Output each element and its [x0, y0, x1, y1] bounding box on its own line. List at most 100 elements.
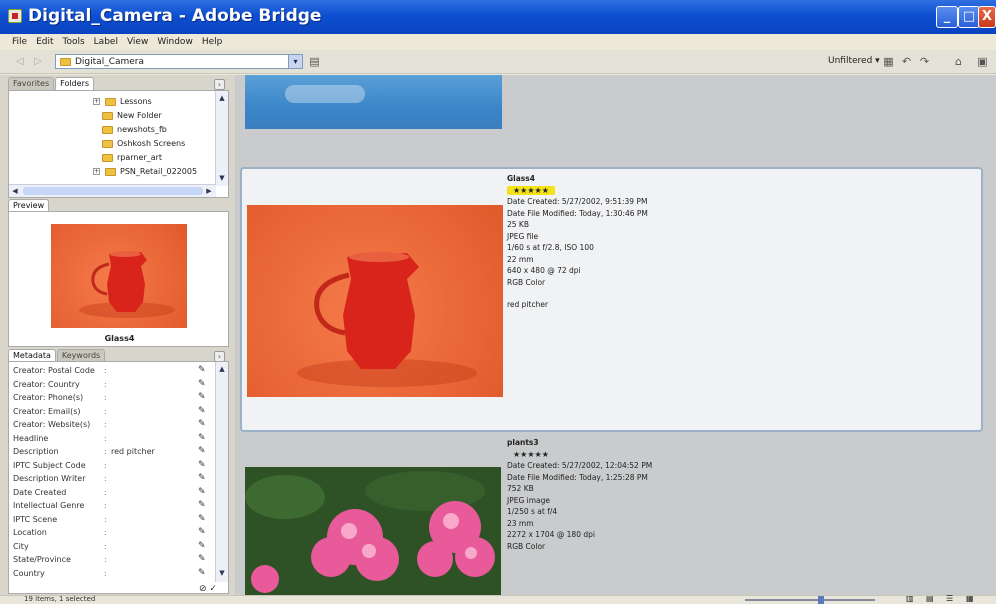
panel-menu-icon[interactable]: ›	[214, 79, 225, 90]
rating-stars[interactable]: ★★★★★	[507, 185, 555, 195]
item-detail: 25 KB	[507, 220, 529, 229]
apply-icon[interactable]: ✓	[209, 584, 217, 594]
metadata-row[interactable]: Country: ✎	[9, 568, 216, 581]
metadata-vertical-scrollbar[interactable]: ▲ ▼	[215, 362, 228, 582]
pencil-icon[interactable]: ✎	[198, 541, 206, 551]
menu-tools[interactable]: Tools	[63, 37, 85, 47]
folder-item-psn-retail[interactable]: + PSN_Retail_022005	[93, 165, 197, 178]
filter-menu[interactable]: Unfiltered ▾	[828, 56, 880, 66]
metadata-row[interactable]: Creator: Country: ✎	[9, 379, 216, 392]
minimize-button[interactable]: _	[936, 6, 958, 28]
folder-item-new-folder[interactable]: New Folder	[102, 109, 162, 122]
pencil-icon[interactable]: ✎	[198, 406, 206, 416]
folder-item-lessons[interactable]: + Lessons	[93, 95, 152, 108]
metadata-row[interactable]: IPTC Subject Code: ✎	[9, 460, 216, 473]
pencil-icon[interactable]: ✎	[198, 392, 206, 402]
menu-help[interactable]: Help	[202, 37, 223, 47]
scroll-up-icon[interactable]: ▲	[216, 364, 228, 375]
pencil-icon[interactable]: ✎	[198, 460, 206, 470]
preview-panel: Glass4	[8, 211, 229, 347]
cancel-icon[interactable]: ⊘	[199, 584, 207, 594]
metadata-row[interactable]: City: ✎	[9, 541, 216, 554]
go-up-icon[interactable]: ▤	[308, 55, 321, 68]
metadata-row[interactable]: Creator: Phone(s): ✎	[9, 392, 216, 405]
menu-bar: File Edit Tools Label View Window Help	[0, 34, 996, 50]
folder-item-oshkosh[interactable]: Oshkosh Screens	[102, 137, 185, 150]
metadata-row[interactable]: Creator: Email(s): ✎	[9, 406, 216, 419]
metadata-row[interactable]: IPTC Scene: ✎	[9, 514, 216, 527]
metadata-row[interactable]: Location: ✎	[9, 527, 216, 540]
rating-stars[interactable]: ★★★★★	[507, 450, 549, 459]
back-button[interactable]: ◁	[14, 56, 26, 68]
menu-edit[interactable]: Edit	[36, 37, 53, 47]
menu-view[interactable]: View	[127, 37, 148, 47]
thumbnail-plants3[interactable]	[245, 467, 501, 595]
scroll-up-icon[interactable]: ▲	[216, 93, 228, 104]
close-button[interactable]: X	[978, 6, 996, 28]
expand-icon[interactable]: +	[93, 168, 100, 175]
folder-icon	[105, 167, 116, 176]
pencil-icon[interactable]: ✎	[198, 419, 206, 429]
pencil-icon[interactable]: ✎	[198, 527, 206, 537]
pencil-icon[interactable]: ✎	[198, 379, 206, 389]
metadata-panel: Creator: Postal Code: ✎ Creator: Country: ✎…	[8, 361, 229, 594]
scroll-down-icon[interactable]: ▼	[216, 568, 228, 579]
folder-item-newshots[interactable]: newshots_fb	[102, 123, 167, 136]
pencil-icon[interactable]: ✎	[198, 514, 206, 524]
forward-button[interactable]: ▷	[32, 56, 44, 68]
metadata-row[interactable]: Intellectual Genre: ✎	[9, 500, 216, 513]
new-folder-icon[interactable]: ▦	[882, 55, 895, 68]
maximize-button[interactable]: □	[958, 6, 980, 28]
item-detail: 1/250 s at f/4	[507, 507, 558, 516]
item-detail: JPEG file	[507, 231, 539, 241]
menu-label[interactable]: Label	[94, 37, 118, 47]
thumbnail-size-slider[interactable]	[745, 599, 875, 601]
preview-caption: Glass4	[104, 334, 135, 343]
thumbnail-card-selected[interactable]: Glass4 ★★★★★ Date Created: 5/27/2002, 9:…	[240, 167, 983, 432]
tab-favorites[interactable]: Favorites	[8, 77, 55, 90]
pencil-icon[interactable]: ✎	[198, 365, 206, 375]
metadata-row[interactable]: Description: red pitcher ✎	[9, 446, 216, 459]
chevron-down-icon[interactable]: ▾	[288, 55, 302, 68]
metadata-separator: :	[104, 433, 107, 443]
scroll-down-icon[interactable]: ▼	[216, 173, 228, 184]
location-dropdown[interactable]: Digital_Camera ▾	[55, 54, 303, 69]
view-details-icon[interactable]: ☰	[946, 594, 953, 603]
metadata-row[interactable]: Description Writer: ✎	[9, 473, 216, 486]
metadata-value[interactable]: red pitcher	[111, 447, 155, 456]
thumbnail-sky[interactable]	[245, 75, 502, 129]
menu-window[interactable]: Window	[157, 37, 193, 47]
pencil-icon[interactable]: ✎	[198, 433, 206, 443]
view-filmstrip-icon[interactable]: ▤	[926, 594, 934, 603]
metadata-row[interactable]: Creator: Postal Code: ✎	[9, 365, 216, 378]
pencil-icon[interactable]: ✎	[198, 554, 206, 564]
pencil-icon[interactable]: ✎	[198, 446, 206, 456]
metadata-separator: :	[104, 420, 107, 429]
expand-icon[interactable]: +	[93, 98, 100, 105]
metadata-separator: :	[104, 541, 107, 551]
view-versions-icon[interactable]: ▦	[966, 594, 974, 603]
view-thumbnails-icon[interactable]: ▥	[906, 594, 914, 603]
thumbnail-glass4[interactable]	[247, 205, 503, 397]
folder-item-rparner[interactable]: rparner_art	[102, 151, 162, 164]
metadata-row[interactable]: Creator: Website(s): ✎	[9, 419, 216, 432]
menu-file[interactable]: File	[12, 37, 27, 47]
slider-handle[interactable]	[818, 596, 824, 604]
rotate-right-icon[interactable]: ↷	[918, 55, 931, 68]
trash-icon[interactable]: ⌂	[952, 55, 965, 68]
pencil-icon[interactable]: ✎	[198, 500, 206, 510]
compact-mode-icon[interactable]: ▣	[976, 55, 989, 68]
scroll-left-icon[interactable]: ◀	[9, 186, 21, 197]
metadata-row[interactable]: Headline: ✎	[9, 433, 216, 446]
tab-folders[interactable]: Folders	[55, 77, 95, 90]
pencil-icon[interactable]: ✎	[198, 473, 206, 483]
scroll-right-icon[interactable]: ▶	[203, 186, 215, 197]
pencil-icon[interactable]: ✎	[198, 568, 206, 578]
scroll-thumb[interactable]	[23, 187, 203, 195]
metadata-row[interactable]: Date Created: ✎	[9, 487, 216, 500]
folders-vertical-scrollbar[interactable]: ▲ ▼	[215, 91, 228, 186]
rotate-left-icon[interactable]: ↶	[900, 55, 913, 68]
pencil-icon[interactable]: ✎	[198, 487, 206, 497]
folders-horizontal-scrollbar[interactable]: ◀ ▶	[9, 184, 216, 197]
metadata-row[interactable]: State/Province: ✎	[9, 554, 216, 567]
